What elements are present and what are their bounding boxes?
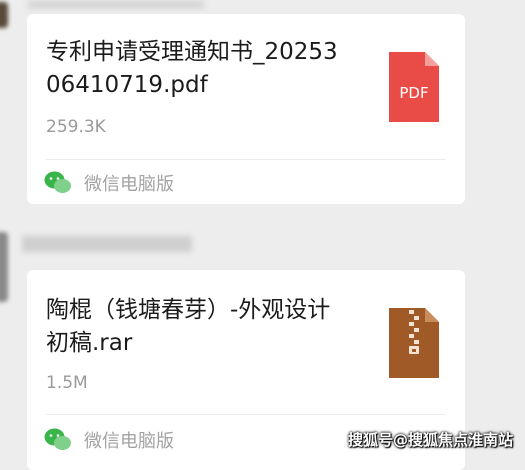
source-text: 微信电脑版 (84, 431, 174, 452)
sender-name (22, 236, 192, 252)
source-label: 微信电脑版 (44, 427, 174, 453)
wechat-icon (44, 428, 71, 450)
file-name: 陶棍（钱塘春芽）-外观设计初稿.rar (46, 297, 331, 356)
sender-name (28, 0, 204, 9)
divider (46, 159, 446, 160)
file-size: 259.3K (46, 117, 106, 137)
file-name: 专利申请受理通知书_2025306410719.pdf (46, 39, 338, 98)
divider (46, 414, 446, 415)
avatar[interactable] (0, 2, 8, 28)
wechat-icon (44, 171, 71, 193)
file-type-label: PDF (399, 84, 428, 102)
source-label: 微信电脑版 (44, 170, 174, 196)
watermark: 搜狐号@搜狐焦点淮南站 (347, 431, 513, 449)
zip-archive-icon (389, 308, 439, 382)
file-message-card[interactable]: 专利申请受理通知书_2025306410719.pdf 259.3K PDF 微… (27, 14, 465, 204)
file-size: 1.5M (46, 373, 88, 393)
source-text: 微信电脑版 (84, 174, 174, 195)
avatar[interactable] (0, 232, 8, 302)
pdf-file-icon: PDF (389, 52, 439, 126)
